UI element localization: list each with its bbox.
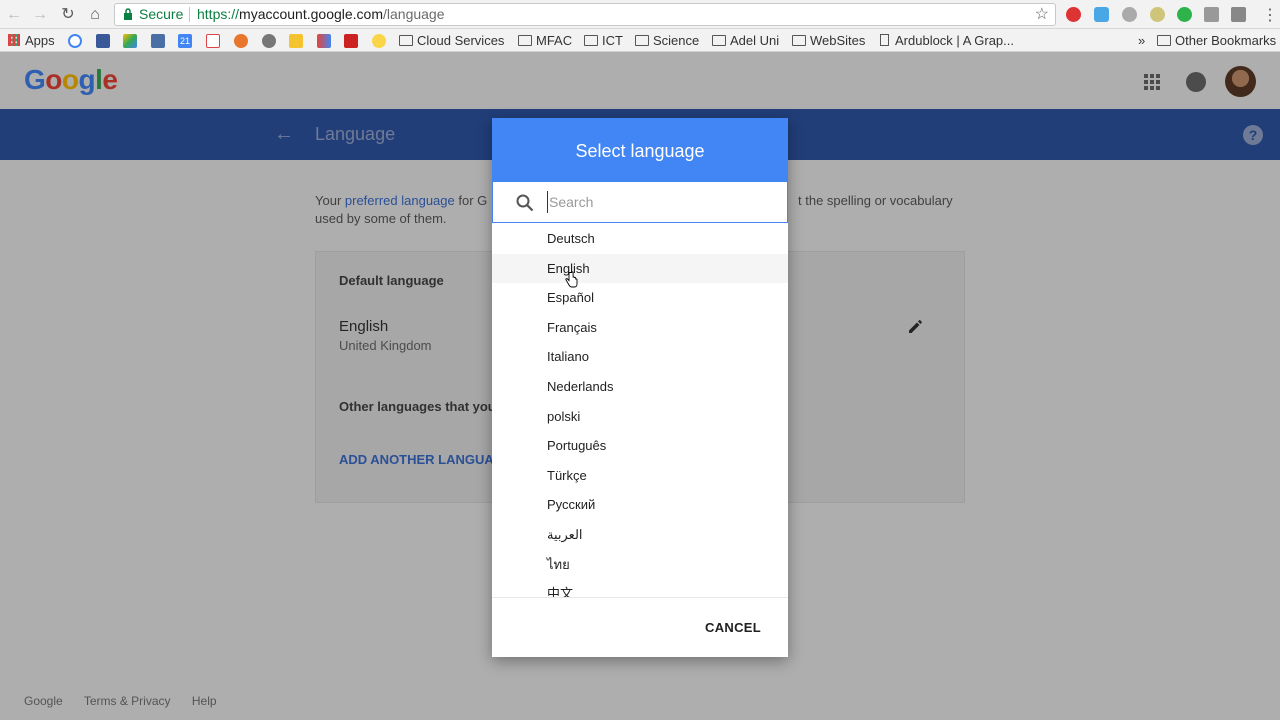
hand-cursor-icon [565,271,578,288]
language-option[interactable]: Italiano [492,342,788,372]
calendar-favicon-icon[interactable]: 21 [178,34,192,48]
bookmark-label: MFAC [536,33,573,48]
drive-icon[interactable] [1204,7,1219,22]
folder-icon [584,35,598,46]
grammarly-icon[interactable] [1177,7,1192,22]
address-bar[interactable]: Secure https://myaccount.google.com/lang… [114,3,1056,26]
scholar-favicon-icon[interactable] [151,34,165,48]
google-favicon-icon[interactable] [68,34,82,48]
dialog-title: Select language [492,118,788,182]
folder-icon [635,35,649,46]
bookmark-folder[interactable]: ICT [584,32,623,49]
bookmark-folder[interactable]: Science [635,32,699,49]
lightbulb-favicon-icon[interactable] [372,34,386,48]
other-bookmarks-folder[interactable]: Other Bookmarks [1157,32,1276,49]
language-option[interactable]: Français [492,313,788,343]
extension-icon[interactable] [1150,7,1165,22]
url-scheme: https:// [197,6,240,22]
favicon-icon[interactable] [234,34,248,48]
folder-icon [792,35,806,46]
gmail-favicon-icon[interactable] [206,34,220,48]
language-option[interactable]: Nederlands [492,372,788,402]
bookmark-label: ICT [602,33,623,48]
home-icon[interactable]: ⌂ [85,5,105,25]
select-language-dialog: Select language DeutschEnglishEspañolFra… [492,118,788,657]
language-option[interactable]: Русский [492,490,788,520]
search-row [492,182,788,223]
bookmark-label: Other Bookmarks [1175,33,1277,48]
language-option[interactable]: Português [492,431,788,461]
bookmark-page[interactable]: Ardublock | A Grap... [880,32,1014,49]
favicon-icon[interactable] [317,34,331,48]
extension-icon[interactable] [1231,7,1246,22]
favicon-icon[interactable] [344,34,358,48]
bookmarks-bar: Apps 21 Cloud Services MFAC ICT Science … [0,29,1280,52]
extension-icon[interactable] [1094,7,1109,22]
language-option[interactable]: English [492,253,788,284]
language-option[interactable]: العربية [492,520,788,550]
facebook-favicon-icon[interactable] [96,34,110,48]
folder-icon [399,35,413,46]
bookmark-folder[interactable]: Cloud Services [399,32,504,49]
apps-bookmark[interactable]: Apps [8,32,55,49]
cancel-button[interactable]: CANCEL [705,620,761,635]
language-option[interactable]: Deutsch [492,224,788,254]
bookmark-label: WebSites [810,33,866,48]
page-icon [880,34,889,46]
language-list[interactable]: Deutsch English Español Français Italiano Ned… [492,224,788,598]
drive-favicon-icon[interactable] [123,34,137,48]
folder-icon [1157,35,1171,46]
language-option[interactable]: polski [492,402,788,432]
bookmark-label: Adel Uni [730,33,780,48]
keep-favicon-icon[interactable] [289,34,303,48]
language-option[interactable]: Türkçe [492,461,788,491]
url-path: /language [383,6,445,22]
search-input[interactable] [547,191,767,213]
extension-icon[interactable] [1066,7,1081,22]
language-option[interactable]: 中文 [492,579,788,597]
folder-icon [712,35,726,46]
bookmark-folder[interactable]: WebSites [792,32,865,49]
folder-icon [518,35,532,46]
apps-grid-icon [8,34,20,46]
back-icon[interactable]: ← [4,5,24,25]
lock-icon [124,8,132,20]
url-host: myaccount.google.com [239,6,383,22]
language-option[interactable]: ไทย [492,550,788,580]
separator [189,7,190,22]
forward-icon[interactable]: → [30,5,50,25]
bookmark-folder[interactable]: Adel Uni [712,32,779,49]
apps-label: Apps [25,33,55,48]
bookmark-label: Science [653,33,700,48]
browser-toolbar: ← → ↻ ⌂ Secure https://myaccount.google.… [0,0,1280,29]
bookmark-star-icon[interactable]: ☆ [1035,4,1049,25]
apple-favicon-icon[interactable] [262,34,276,48]
extension-icon[interactable] [1122,7,1137,22]
bookmark-folder[interactable]: MFAC [518,32,572,49]
url-text: https://myaccount.google.com/language [197,4,445,25]
browser-menu-icon[interactable]: ⋮ [1262,5,1278,25]
bookmark-label: Ardublock | A Grap... [895,33,1014,48]
secure-label: Secure [139,6,184,22]
language-option[interactable]: Español [492,283,788,313]
reload-icon[interactable]: ↻ [58,5,78,25]
bookmarks-overflow-icon[interactable]: » [1138,32,1145,49]
search-icon [516,194,534,212]
bookmark-label: Cloud Services [417,33,505,48]
